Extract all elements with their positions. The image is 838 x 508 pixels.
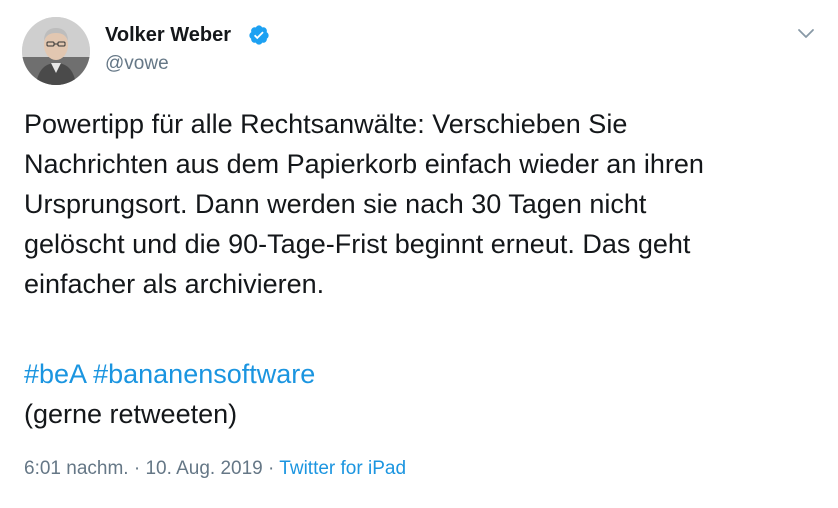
user-handle[interactable]: @vowe (105, 52, 169, 76)
tweet-tail-text: (gerne retweeten) (24, 399, 238, 429)
meta-separator: · (268, 458, 275, 479)
tweet-line: Ursprungsort. Dann werden sie nach 30 Ta… (24, 189, 647, 219)
hashtag-link[interactable]: #bananensoftware (93, 359, 315, 389)
tweet-text: Powertipp für alle Rechtsanwälte: Versch… (24, 104, 824, 304)
hashtag-link[interactable]: #beA (24, 359, 86, 389)
verified-badge-icon (249, 25, 269, 45)
tweet-time[interactable]: 6:01 nachm. (24, 458, 129, 479)
tweet-date[interactable]: 10. Aug. 2019 (145, 458, 262, 479)
meta-separator: · (133, 458, 141, 479)
avatar[interactable] (22, 17, 90, 85)
tweet-meta: 6:01 nachm. · 10. Aug. 2019 · Twitter fo… (24, 456, 406, 482)
tweet-source-link[interactable]: Twitter for iPad (279, 458, 406, 479)
tweet-line: Nachrichten aus dem Papierkorb einfach w… (24, 149, 704, 179)
hashtag-row: #beA #bananensoftware (24, 354, 315, 394)
tweet-card: Volker Weber @vowe Powertipp für alle Re… (0, 0, 838, 508)
avatar-image (22, 17, 90, 85)
chevron-down-icon[interactable] (795, 22, 817, 44)
tweet-line: einfacher als archivieren. (24, 269, 325, 299)
display-name[interactable]: Volker Weber (105, 22, 231, 48)
tweet-line: gelöscht und die 90-Tage-Frist beginnt e… (24, 229, 691, 259)
tweet-line: Powertipp für alle Rechtsanwälte: Versch… (24, 109, 628, 139)
